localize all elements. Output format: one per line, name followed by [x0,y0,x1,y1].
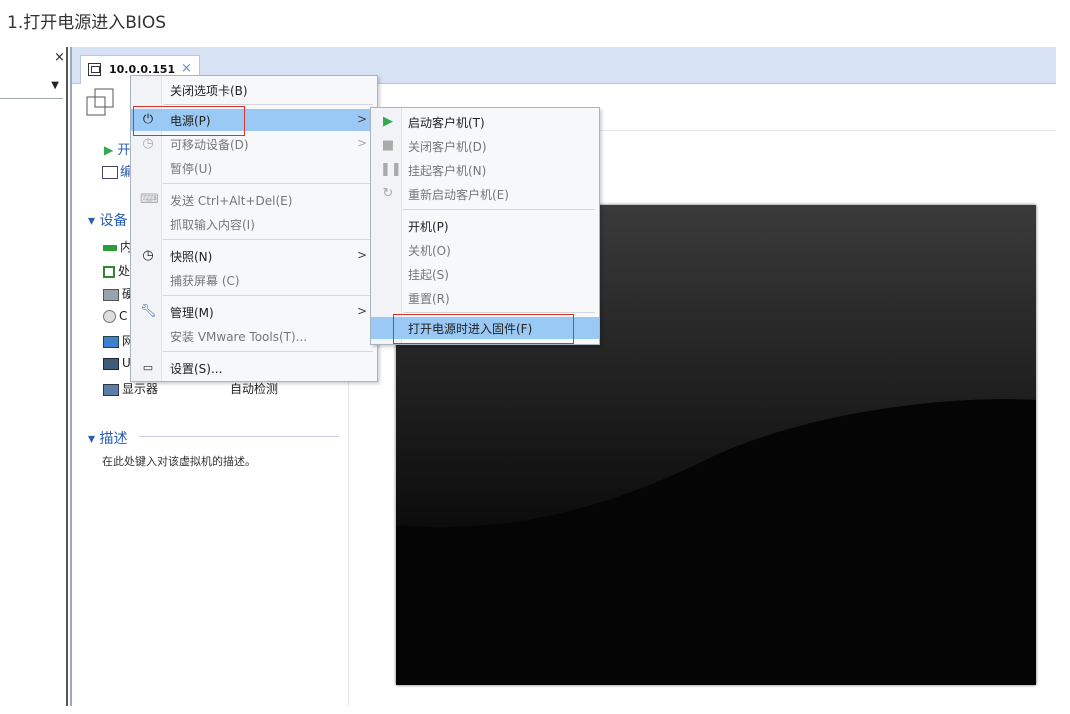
device-row-cd[interactable]: C [103,309,127,323]
device-label: C [119,309,128,323]
annotation-box-firmware [393,314,574,344]
pause-icon: ❚❚ [380,162,402,177]
vm-logo-icon [86,88,114,116]
removable-device-icon: ◷ [142,136,154,151]
menu-item-snapshot[interactable]: ◷ 快照(N) > [131,245,377,267]
play-icon: ▶ [104,143,114,157]
menu-item-label: 发送 Ctrl+Alt+Del(E) [170,194,293,208]
menu-separator [163,239,373,240]
description-divider [139,436,339,437]
chevron-down-icon: ▼ [51,80,59,91]
submenu-arrow-icon: > [356,136,367,150]
menu-separator [163,351,373,352]
device-label: 处 [118,264,131,278]
menu-item-power-off[interactable]: 关机(O) [371,239,599,261]
menu-item-start-guest[interactable]: ▶ 启动客户机(T) [371,111,599,133]
menu-item-label: 暂停(U) [170,162,213,176]
menu-item-label: 安装 VMware Tools(T)... [170,330,308,344]
library-close-button[interactable]: × [54,50,65,65]
processor-icon [103,265,115,278]
menu-item-restart-guest[interactable]: ↻ 重新启动客户机(E) [371,183,599,205]
power-submenu: ▶ 启动客户机(T) ■ 关闭客户机(D) ❚❚ 挂起客户机(N) ↻ 重新启动… [370,107,600,345]
display-icon [103,383,119,396]
menu-separator [163,295,373,296]
device-row-memory[interactable]: 内 [103,238,132,255]
submenu-arrow-icon: > [356,112,367,126]
menu-item-label: 捕获屏幕 (C) [170,274,240,288]
menu-item-reset[interactable]: 重置(R) [371,287,599,309]
menu-item-grab-input[interactable]: 抓取输入内容(I) [131,213,377,235]
menu-item-shutdown-guest[interactable]: ■ 关闭客户机(D) [371,135,599,157]
menu-item-label: 关机(O) [408,244,451,258]
harddisk-icon [103,288,119,301]
usb-icon [103,357,119,370]
device-value: 自动检测 [230,382,279,396]
menu-item-suspend[interactable]: 挂起(S) [371,263,599,285]
menu-item-power-on[interactable]: 开机(P) [371,215,599,237]
menu-item-manage[interactable]: 🔧︎ 管理(M) > [131,301,377,323]
menu-item-label: 重置(R) [408,292,450,306]
menu-separator [163,183,373,184]
menu-item-suspend-guest[interactable]: ❚❚ 挂起客户机(N) [371,159,599,181]
menu-item-close-tab[interactable]: 关闭选项卡(B) [131,79,377,101]
menu-item-label: 关闭选项卡(B) [170,84,248,98]
power-on-link[interactable]: ▶ 开 [104,139,130,158]
settings-icon [102,166,118,179]
menu-separator [403,209,595,210]
submenu-arrow-icon: > [356,304,367,318]
power-on-label: 开 [117,143,131,158]
memory-icon [103,244,117,251]
description-heading-label: 描述 [99,431,128,447]
description-heading[interactable]: ▾ 描述 [88,428,127,448]
menu-item-label: 启动客户机(T) [408,116,485,130]
menu-item-label: 管理(M) [170,306,214,320]
menu-item-label: 快照(N) [170,250,213,264]
menu-item-pause[interactable]: 暂停(U) [131,157,377,179]
menu-item-label: 设置(S)... [170,362,223,376]
menu-item-settings[interactable]: ▭ 设置(S)... [131,357,377,379]
play-icon: ▶ [383,114,393,129]
device-row-display[interactable]: 显示器 自动检测 [103,380,278,397]
devices-heading[interactable]: ▾ 设备 [88,210,127,230]
menu-item-label: 抓取输入内容(I) [170,218,255,232]
submenu-arrow-icon: > [356,248,367,262]
edit-settings-link[interactable]: 编 [102,161,133,180]
description-text[interactable]: 在此处键入对该虚拟机的描述。 [102,453,256,469]
doc-heading: 1.打开电源进入BIOS [7,13,167,33]
menu-item-label: 可移动设备(D) [170,138,249,152]
annotation-box-power [133,106,245,136]
close-icon[interactable]: × [181,61,192,76]
menu-separator [403,312,595,313]
menu-item-send-ctrl-alt-del[interactable]: ⌨ 发送 Ctrl+Alt+Del(E) [131,189,377,211]
settings-icon: ▭ [142,361,154,374]
menu-separator [163,104,373,105]
device-label: 显示器 [122,382,159,396]
menu-item-label: 重新启动客户机(E) [408,188,509,202]
menu-item-capture-screen[interactable]: 捕获屏幕 (C) [131,269,377,291]
library-dropdown[interactable]: ▼ [0,76,63,99]
menu-item-label: 挂起客户机(N) [408,164,487,178]
left-library-panel [0,47,68,706]
wrench-icon: 🔧︎ [140,304,157,319]
menu-item-label: 开机(P) [408,220,449,234]
restart-icon: ↻ [382,186,394,201]
menu-item-removable-devices[interactable]: ◷ 可移动设备(D) > [131,133,377,155]
device-row-processor[interactable]: 处 [103,262,130,279]
network-icon [103,335,119,348]
send-keys-icon: ⌨ [140,192,159,207]
menu-item-install-vmware-tools[interactable]: 安装 VMware Tools(T)... [131,325,377,347]
snapshot-icon: ◷ [142,248,154,263]
cd-icon [103,310,116,323]
menu-item-label: 挂起(S) [408,268,449,282]
menu-item-label: 关闭客户机(D) [408,140,487,154]
device-row-usb[interactable]: U [103,356,131,370]
stop-icon: ■ [381,138,395,153]
vm-tab-icon [88,63,101,76]
devices-heading-label: 设备 [99,213,128,229]
